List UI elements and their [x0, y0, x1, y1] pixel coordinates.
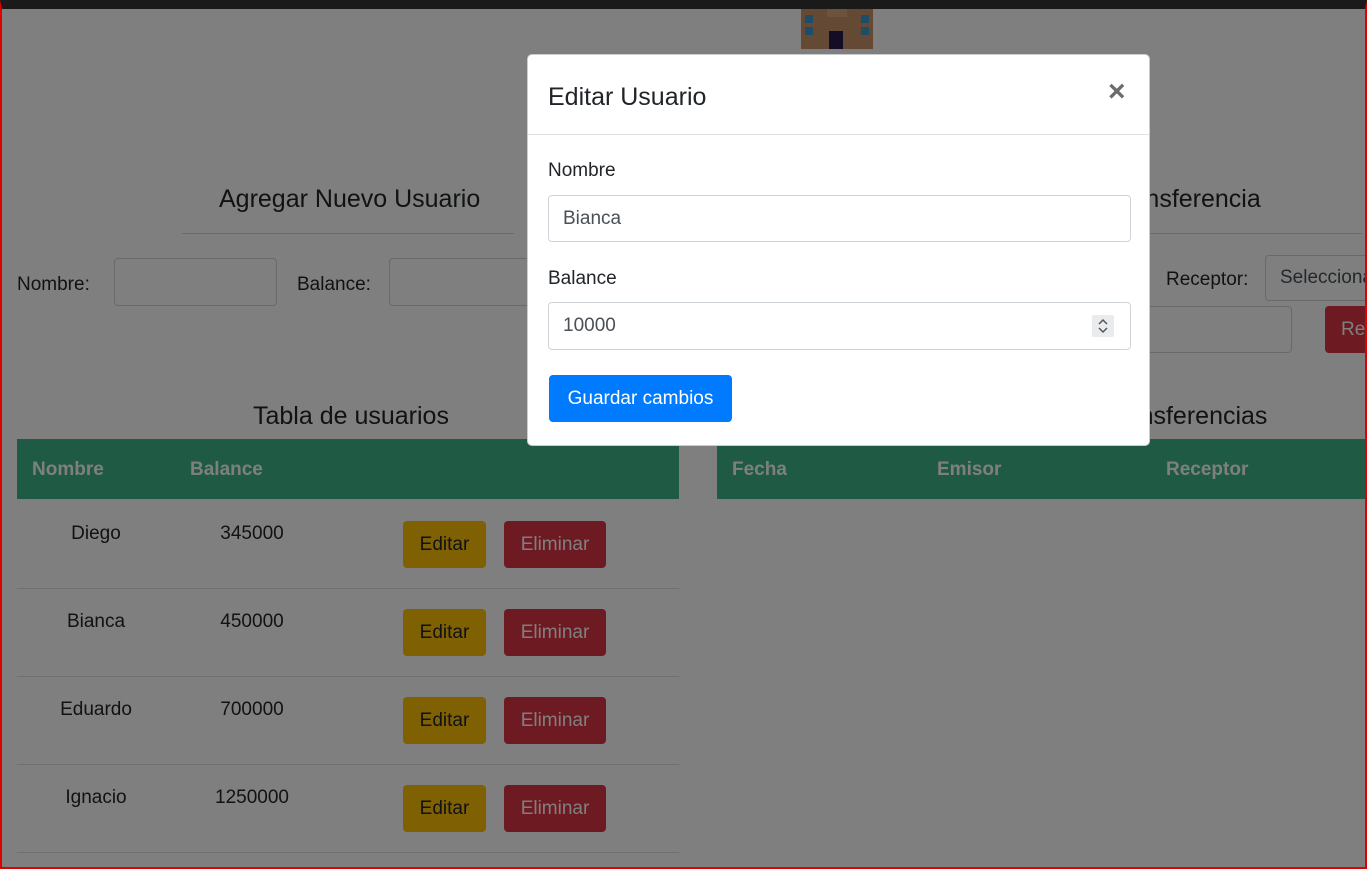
save-changes-button[interactable]: Guardar cambios: [549, 375, 732, 422]
edit-user-modal: Editar Usuario × Nombre Bianca Balance 1…: [527, 54, 1150, 446]
number-spinner-icon[interactable]: [1092, 315, 1114, 337]
modal-balance-value: 10000: [563, 315, 616, 336]
modal-name-input[interactable]: Bianca: [548, 195, 1131, 242]
modal-name-label: Nombre: [548, 160, 616, 181]
modal-balance-label: Balance: [548, 268, 617, 289]
modal-balance-input[interactable]: 10000: [548, 302, 1131, 350]
browser-frame: Agregar Nuevo Usuario Nombre: Balance: R…: [0, 0, 1367, 869]
modal-header-divider: [528, 134, 1149, 135]
modal-title: Editar Usuario: [548, 83, 707, 111]
close-icon[interactable]: ×: [1108, 77, 1126, 107]
